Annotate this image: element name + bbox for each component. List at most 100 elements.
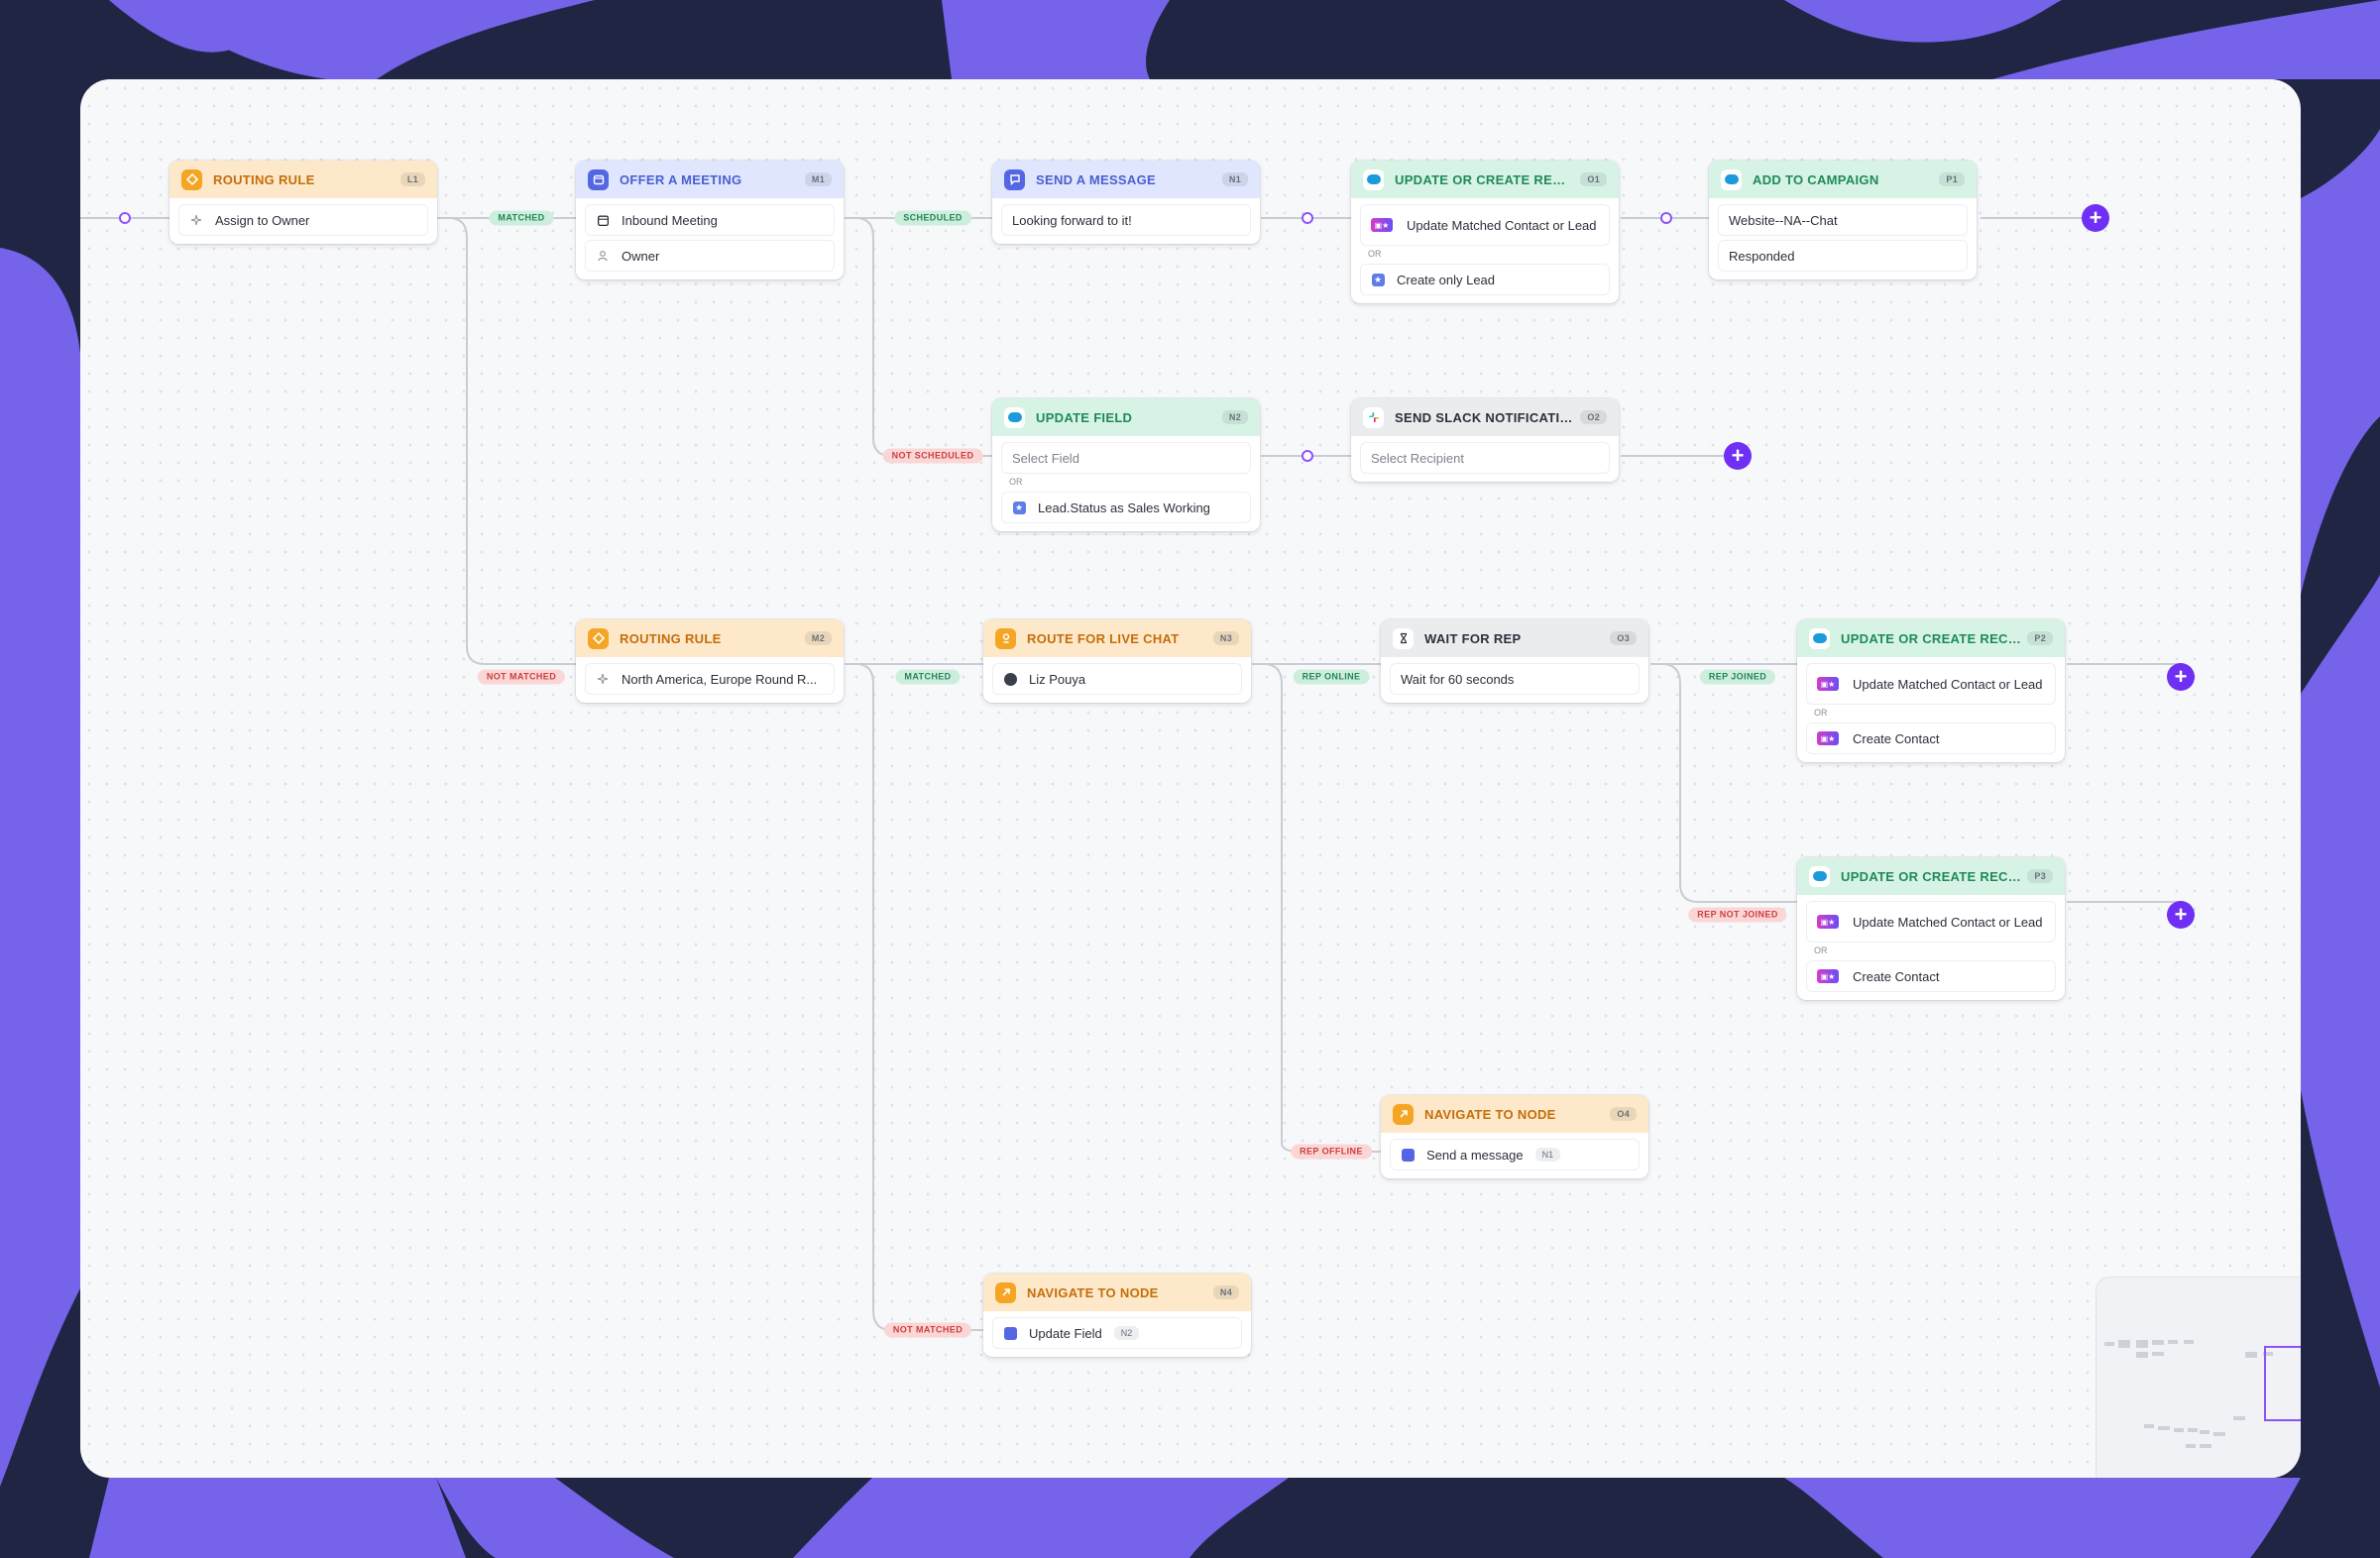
node-badge: O2: [1580, 410, 1607, 424]
node-row[interactable]: ▣★ Update Matched Contact or Lead: [1806, 663, 2056, 705]
add-node-button[interactable]: +: [2167, 663, 2195, 691]
or-separator: OR: [1814, 708, 1828, 718]
node-title: WAIT FOR REP: [1424, 630, 1522, 646]
node-row[interactable]: Inbound Meeting: [585, 204, 835, 236]
record-icon: ▣★: [1371, 218, 1393, 232]
node-row[interactable]: Responded: [1718, 240, 1968, 272]
edge-label-rep-online: REP ONLINE: [1293, 669, 1370, 685]
chat-icon: [1004, 168, 1025, 190]
node-badge: N1: [1221, 172, 1248, 186]
node-title: UPDATE OR CREATE RECO...: [1395, 171, 1575, 187]
node-wait-for-rep-o3[interactable]: WAIT FOR REP O3 Wait for 60 seconds: [1381, 619, 1648, 703]
node-title: ROUTING RULE: [620, 630, 722, 646]
salesforce-icon: [1809, 627, 1830, 649]
node-routing-rule-l1[interactable]: ROUTING RULE L1 Assign to Owner: [170, 161, 437, 244]
salesforce-icon: [1363, 168, 1384, 190]
node-row[interactable]: Website--NA--Chat: [1718, 204, 1968, 236]
node-send-slack-notification-o2[interactable]: SEND SLACK NOTIFICATION O2 Select Recipi…: [1351, 398, 1619, 482]
star-icon: ★: [1012, 501, 1026, 514]
avatar: [1003, 672, 1017, 686]
select-recipient-input[interactable]: Select Recipient: [1360, 442, 1610, 474]
port-n2-o2[interactable]: [1302, 450, 1313, 462]
port-n1-o1[interactable]: [1302, 212, 1313, 224]
node-update-create-record-p3[interactable]: UPDATE OR CREATE RECO... P3 ▣★ Update Mat…: [1797, 857, 2065, 1000]
node-routing-rule-m2[interactable]: ROUTING RULE M2 North America, Europe Ro…: [576, 619, 844, 703]
node-row[interactable]: Update Field N2: [992, 1317, 1242, 1349]
port-o1-p1[interactable]: [1660, 212, 1672, 224]
record-icon: ▣★: [1817, 969, 1839, 983]
node-navigate-to-node-o4[interactable]: NAVIGATE TO NODE O4 Send a message N1: [1381, 1095, 1648, 1178]
add-node-button[interactable]: +: [1724, 442, 1752, 470]
node-row[interactable]: Owner: [585, 240, 835, 272]
arrow-icon: [1393, 1103, 1414, 1125]
edge-label-matched: MATCHED: [489, 210, 554, 226]
edge-label-not-matched: NOT MATCHED: [477, 669, 566, 685]
person-icon: [995, 627, 1016, 649]
star-icon: ★: [1371, 273, 1385, 286]
node-row[interactable]: Wait for 60 seconds: [1390, 663, 1640, 695]
record-icon: ▣★: [1817, 731, 1839, 745]
salesforce-icon: [1721, 168, 1742, 190]
node-title: UPDATE OR CREATE RECO...: [1841, 868, 2022, 884]
node-update-field-n2[interactable]: UPDATE FIELD N2 Select Field OR ★ Lead.St…: [992, 398, 1260, 531]
calendar-icon: [588, 168, 609, 190]
edge-label-rep-not-joined: REP NOT JOINED: [1688, 907, 1787, 923]
minimap[interactable]: [2096, 1277, 2301, 1478]
node-badge: M2: [804, 631, 832, 645]
chat-icon: [1401, 1148, 1415, 1162]
chat-icon: [1003, 1326, 1017, 1340]
node-route-live-chat-n3[interactable]: ROUTE FOR LIVE CHAT N3 Liz Pouya: [983, 619, 1251, 703]
node-offer-meeting-m1[interactable]: OFFER A MEETING M1 Inbound Meeting Owner: [576, 161, 844, 279]
add-node-button[interactable]: +: [2167, 901, 2195, 929]
node-row[interactable]: ▣★ Update Matched Contact or Lead: [1806, 901, 2056, 943]
minimap-preview: [2104, 1340, 2301, 1448]
node-navigate-to-node-n4[interactable]: NAVIGATE TO NODE N4 Update Field N2: [983, 1274, 1251, 1357]
node-add-to-campaign-p1[interactable]: ADD TO CAMPAIGN P1 Website--NA--Chat Res…: [1709, 161, 1977, 279]
edge-label-rep-offline: REP OFFLINE: [1291, 1144, 1372, 1160]
node-row[interactable]: ▣★ Create Contact: [1806, 960, 2056, 992]
calendar-icon: [596, 213, 610, 227]
node-row[interactable]: North America, Europe Round R...: [585, 663, 835, 695]
slack-icon: [1363, 406, 1384, 428]
node-send-message-n1[interactable]: SEND A MESSAGE N1 Looking forward to it!: [992, 161, 1260, 244]
node-row[interactable]: Looking forward to it!: [1001, 204, 1251, 236]
edge-label-not-matched: NOT MATCHED: [883, 1322, 972, 1338]
node-title: NAVIGATE TO NODE: [1027, 1284, 1159, 1300]
input-port[interactable]: [119, 212, 131, 224]
node-row[interactable]: ▣★ Update Matched Contact or Lead: [1360, 204, 1610, 246]
select-field-input[interactable]: Select Field: [1001, 442, 1251, 474]
node-title: ADD TO CAMPAIGN: [1753, 171, 1879, 187]
sparkle-icon: [596, 672, 610, 686]
node-badge: O3: [1610, 631, 1637, 645]
node-title: OFFER A MEETING: [620, 171, 742, 187]
routing-icon: [588, 627, 609, 649]
node-title: SEND A MESSAGE: [1036, 171, 1156, 187]
routing-icon: [181, 168, 202, 190]
node-badge: P3: [2027, 869, 2053, 883]
node-badge: P1: [1939, 172, 1965, 186]
node-update-create-record-o1[interactable]: UPDATE OR CREATE RECO... O1 ▣★ Update Mat…: [1351, 161, 1619, 303]
salesforce-icon: [1809, 865, 1830, 887]
node-row[interactable]: ★ Lead.Status as Sales Working: [1001, 492, 1251, 523]
node-update-create-record-p2[interactable]: UPDATE OR CREATE RECO... P2 ▣★ Update Mat…: [1797, 619, 2065, 762]
edge-label-scheduled: SCHEDULED: [894, 210, 971, 226]
record-icon: ▣★: [1817, 915, 1839, 929]
or-separator: OR: [1814, 946, 1828, 955]
node-row[interactable]: Liz Pouya: [992, 663, 1242, 695]
user-icon: [596, 249, 610, 263]
node-badge: P2: [2027, 631, 2053, 645]
flow-canvas[interactable]: MATCHED SCHEDULED NOT SCHEDULED NOT MATC…: [80, 79, 2301, 1478]
add-node-button[interactable]: +: [2082, 204, 2109, 232]
hourglass-icon: [1393, 627, 1414, 649]
node-badge: O4: [1610, 1107, 1637, 1121]
arrow-icon: [995, 1281, 1016, 1303]
node-title: NAVIGATE TO NODE: [1424, 1106, 1556, 1122]
node-title: UPDATE FIELD: [1036, 409, 1133, 425]
node-row[interactable]: Assign to Owner: [178, 204, 428, 236]
node-title: UPDATE OR CREATE RECO...: [1841, 630, 2022, 646]
node-title: ROUTING RULE: [213, 171, 315, 187]
node-row[interactable]: ★ Create only Lead: [1360, 264, 1610, 295]
node-row[interactable]: ▣★ Create Contact: [1806, 723, 2056, 754]
node-row[interactable]: Send a message N1: [1390, 1139, 1640, 1170]
connector-lines: [80, 217, 2181, 1331]
